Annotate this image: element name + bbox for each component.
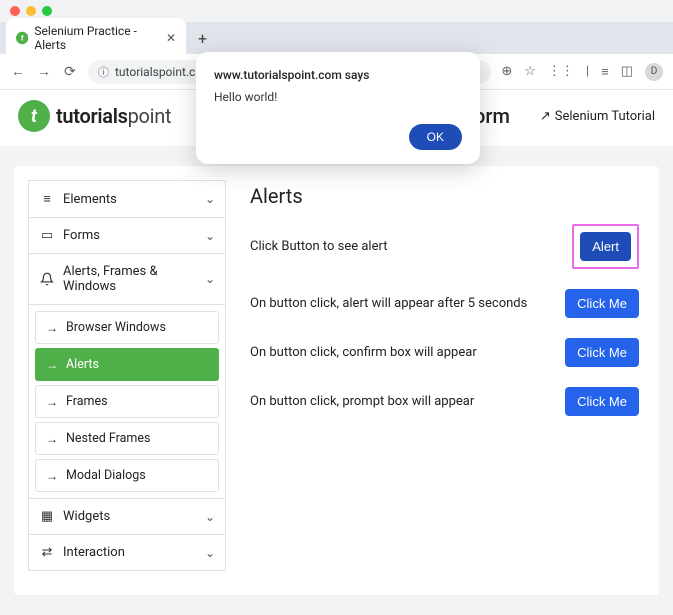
site-info-icon[interactable]: ⓘ	[98, 64, 109, 80]
back-icon[interactable]: ←	[10, 63, 26, 80]
zoom-icon[interactable]: ⊕	[501, 64, 512, 79]
external-link-icon: ↗	[540, 109, 551, 124]
extensions-icon[interactable]: ⋮⋮	[548, 64, 574, 79]
alert-row-3: On button click, confirm box will appear…	[250, 338, 639, 367]
sidebar-acc-elements[interactable]: ≡ Elements ⌄	[28, 180, 226, 218]
bell-icon	[39, 272, 55, 286]
arrow-right-icon: →	[46, 358, 58, 372]
sidebar-acc-forms[interactable]: ▭ Forms ⌄	[28, 218, 226, 254]
sub-alerts[interactable]: → Alerts	[35, 348, 219, 381]
sidebar-acc-widgets[interactable]: ▦ Widgets ⌄	[28, 499, 226, 535]
sub-browser-windows[interactable]: → Browser Windows	[35, 311, 219, 344]
clickme-button[interactable]: Click Me	[565, 338, 639, 367]
card: ≡ Elements ⌄ ▭ Forms ⌄ Alerts, Frames & …	[14, 166, 659, 595]
new-tab-button[interactable]: +	[192, 27, 213, 50]
favicon-icon: t	[16, 31, 28, 45]
sidebar-sublist: → Browser Windows → Alerts → Frames → Ne…	[28, 305, 226, 499]
selenium-tutorial-link[interactable]: ↗ Selenium Tutorial	[540, 109, 655, 124]
brand[interactable]: t tutorialspoint	[18, 100, 171, 132]
widgets-icon: ▦	[39, 509, 55, 524]
sidebar: ≡ Elements ⌄ ▭ Forms ⌄ Alerts, Frames & …	[28, 180, 226, 581]
dialog-ok-button[interactable]: OK	[409, 124, 462, 150]
reader-icon[interactable]: ≡	[601, 64, 609, 80]
js-alert-dialog: www.tutorialspoint.com says Hello world!…	[196, 52, 480, 164]
sub-frames[interactable]: → Frames	[35, 385, 219, 418]
arrow-right-icon: →	[46, 395, 58, 409]
page-title: Alerts	[250, 184, 639, 208]
window-maximize-dot[interactable]	[42, 6, 52, 16]
divider: |	[586, 64, 589, 79]
window-close-dot[interactable]	[10, 6, 20, 16]
content-wrap: ≡ Elements ⌄ ▭ Forms ⌄ Alerts, Frames & …	[0, 146, 673, 615]
alert-button[interactable]: Alert	[580, 232, 631, 261]
row-text: On button click, confirm box will appear	[250, 345, 477, 360]
alert-row-1: Click Button to see alert Alert	[250, 224, 639, 269]
arrow-right-icon: →	[46, 469, 58, 483]
chevron-down-icon: ⌄	[205, 192, 215, 206]
row-text: Click Button to see alert	[250, 239, 387, 254]
window-minimize-dot[interactable]	[26, 6, 36, 16]
alert-row-4: On button click, prompt box will appear …	[250, 387, 639, 416]
hamburger-icon: ≡	[39, 191, 55, 207]
sidebar-acc-interaction[interactable]: ⇄ Interaction ⌄	[28, 535, 226, 571]
panel-icon[interactable]: ◫	[621, 64, 633, 79]
close-tab-icon[interactable]: ✕	[166, 31, 176, 45]
forward-icon[interactable]: →	[36, 63, 52, 80]
tab-strip: t Selenium Practice - Alerts ✕ +	[0, 22, 673, 54]
reload-icon[interactable]: ⟳	[62, 64, 78, 80]
toolbar-right: ⊕ ☆ ⋮⋮ | ≡ ◫ D	[501, 63, 663, 81]
sub-nested-frames[interactable]: → Nested Frames	[35, 422, 219, 455]
sub-modal-dialogs[interactable]: → Modal Dialogs	[35, 459, 219, 492]
interaction-icon: ⇄	[39, 545, 55, 560]
browser-tab[interactable]: t Selenium Practice - Alerts ✕	[6, 18, 186, 58]
clickme-button[interactable]: Click Me	[565, 289, 639, 318]
profile-avatar[interactable]: D	[645, 63, 663, 81]
brand-icon: t	[18, 100, 50, 132]
arrow-right-icon: →	[46, 321, 58, 335]
row-text: On button click, alert will appear after…	[250, 296, 527, 311]
clickme-button[interactable]: Click Me	[565, 387, 639, 416]
sidebar-acc-alerts[interactable]: Alerts, Frames & Windows ⌄	[28, 254, 226, 305]
bookmark-icon[interactable]: ☆	[524, 64, 536, 79]
highlight-box: Alert	[572, 224, 639, 269]
alert-row-2: On button click, alert will appear after…	[250, 289, 639, 318]
chevron-down-icon: ⌄	[205, 510, 215, 524]
row-text: On button click, prompt box will appear	[250, 394, 474, 409]
dialog-message: Hello world!	[214, 90, 462, 104]
tab-title: Selenium Practice - Alerts	[34, 24, 156, 52]
brand-text: tutorialspoint	[56, 104, 171, 128]
arrow-right-icon: →	[46, 432, 58, 446]
form-icon: ▭	[39, 228, 55, 243]
dialog-origin: www.tutorialspoint.com says	[214, 68, 462, 82]
chevron-down-icon: ⌄	[205, 229, 215, 243]
chevron-down-icon: ⌄	[205, 272, 215, 286]
chevron-down-icon: ⌄	[205, 546, 215, 560]
main-panel: Alerts Click Button to see alert Alert O…	[246, 180, 645, 581]
